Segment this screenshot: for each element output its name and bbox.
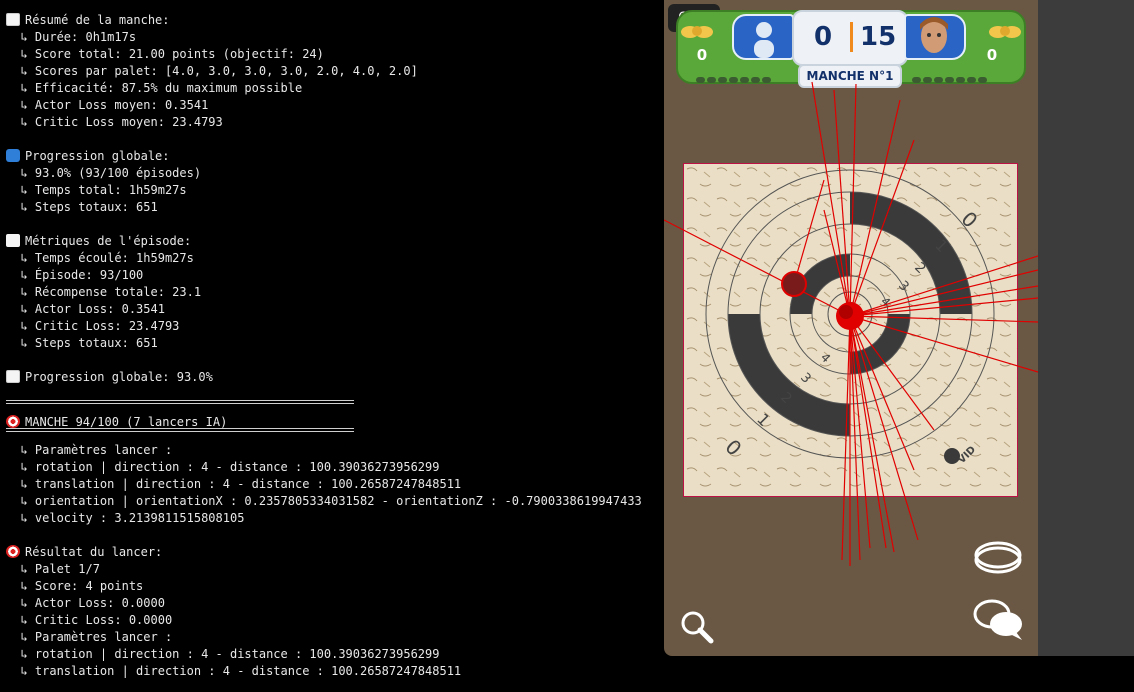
chat-bubbles-icon[interactable] [972,598,1026,642]
terminal-line-text: ↳ Temps écoulé: 1h59m27s [6,251,194,265]
terminal-line-text: Progression globale: 93.0% [25,370,213,384]
terminal-line: ↳ Actor Loss moyen: 0.3541 [6,97,208,114]
terminal-line: ↳ Steps totaux: 651 [6,199,158,216]
terminal-line: ↳ Temps écoulé: 1h59m27s [6,250,194,267]
right-pane [1038,0,1134,656]
terminal-line-text: ↳ Durée: 0h1m17s [6,30,137,44]
terminal-line-text: ↳ Palet 1/7 [6,562,100,576]
terminal-line: Résultat du lancer: [6,544,162,561]
terminal-line-text: ↳ Critic Loss moyen: 23.4793 [6,115,223,129]
terminal-line: Métriques de l'épisode: [6,233,191,250]
terminal-line: ↳ Paramètres lancer : [6,442,172,459]
terminal-line-text: ↳ Actor Loss moyen: 0.3541 [6,98,209,112]
terminal-line: ↳ Actor Loss: 0.0000 [6,595,165,612]
terminal-line-text: ↳ Critic Loss: 0.0000 [6,613,173,627]
terminal-line: ↳ Steps totaux: 651 [6,335,158,352]
terminal-line-text: Progression globale: [25,149,170,163]
terminal-line-text: ↳ Actor Loss: 0.3541 [6,302,165,316]
terminal-line: ↳ rotation | direction : 4 - distance : … [6,646,439,663]
terminal-line-text: ↳ Efficacité: 87.5% du maximum possible [6,81,303,95]
palet-stack-icon[interactable] [974,538,1024,578]
arrows-loop-icon [6,149,20,162]
terminal-line-text: ↳ 93.0% (93/100 épisodes) [6,166,202,180]
terminal-line: Progression globale: [6,148,170,165]
bar-chart-icon [6,234,20,247]
terminal-line: ↳ Critic Loss: 23.4793 [6,318,179,335]
terminal-line-text: Résumé de la manche: [25,13,170,27]
terminal-line-text: ↳ translation | direction : 4 - distance… [6,664,462,678]
terminal-line-text: ↳ Steps totaux: 651 [6,336,158,350]
chart-increasing-icon [6,13,20,26]
terminal-line: ↳ translation | direction : 4 - distance… [6,663,461,680]
terminal-line-text: ↳ Scores par palet: [4.0, 3.0, 3.0, 3.0,… [6,64,418,78]
terminal-line: ↳ translation | direction : 4 - distance… [6,476,461,493]
terminal-line-text: MANCHE 94/100 (7 lancers IA) [25,415,228,429]
zoom-magnifier-icon[interactable] [680,610,714,644]
terminal-line: ↳ Palet 1/7 [6,561,100,578]
terminal-line-text: ↳ Steps totaux: 651 [6,200,158,214]
bottom-strip [664,656,1134,692]
terminal-line: ↳ Paramètres lancer : [6,629,172,646]
separator-line [6,428,354,432]
terminal-line: ↳ Épisode: 93/100 [6,267,143,284]
terminal-line-text: ↳ Épisode: 93/100 [6,268,144,282]
chart-increasing-icon [6,370,20,383]
terminal-line-text: ↳ Paramètres lancer : [6,630,173,644]
terminal-line: ↳ Critic Loss moyen: 23.4793 [6,114,223,131]
terminal-line: ↳ Efficacité: 87.5% du maximum possible [6,80,302,97]
direct-hit-icon [6,545,20,558]
terminal-line-text: ↳ Récompense totale: 23.1 [6,285,202,299]
terminal-line-text: ↳ Temps total: 1h59m27s [6,183,187,197]
terminal-line-text: ↳ Paramètres lancer : [6,443,173,457]
game-window[interactable]: 60 0 0 15 0 MANCHE N°1 [664,0,1038,656]
terminal-line: ↳ Score: 4 points [6,578,143,595]
terminal-line: ↳ Critic Loss: 0.0000 [6,612,172,629]
terminal-output: Résumé de la manche: ↳ Durée: 0h1m17s ↳ … [0,0,664,692]
terminal-line-text: ↳ Actor Loss: 0.0000 [6,596,165,610]
terminal-line-text: ↳ velocity : 3.2139811515808105 [6,511,245,525]
terminal-line-text: ↳ rotation | direction : 4 - distance : … [6,460,440,474]
terminal-line: ↳ Temps total: 1h59m27s [6,182,187,199]
terminal-line-text: ↳ orientation | orientationX : 0.2357805… [6,494,642,508]
terminal-line-text: ↳ Score: 4 points [6,579,144,593]
terminal-line: ↳ Scores par palet: [4.0, 3.0, 3.0, 3.0,… [6,63,418,80]
terminal-line: ↳ Durée: 0h1m17s [6,29,136,46]
terminal-line: Résumé de la manche: [6,12,170,29]
terminal-line: ↳ orientation | orientationX : 0.2357805… [6,493,642,510]
terminal-line: ↳ 93.0% (93/100 épisodes) [6,165,201,182]
terminal-line-text: ↳ Score total: 21.00 points (objectif: 2… [6,47,324,61]
terminal-line: Progression globale: 93.0% [6,369,213,386]
separator-line [6,400,354,404]
terminal-line: ↳ rotation | direction : 4 - distance : … [6,459,439,476]
terminal-line: ↳ Récompense totale: 23.1 [6,284,201,301]
direct-hit-icon [6,415,20,428]
terminal-line-text: Résultat du lancer: [25,545,163,559]
terminal-line-text: ↳ rotation | direction : 4 - distance : … [6,647,440,661]
terminal-line: ↳ velocity : 3.2139811515808105 [6,510,244,527]
terminal-line: ↳ Score total: 21.00 points (objectif: 2… [6,46,324,63]
terminal-line: ↳ Actor Loss: 0.3541 [6,301,165,318]
terminal-line-text: ↳ Critic Loss: 23.4793 [6,319,180,333]
terminal-line-text: Métriques de l'épisode: [25,234,192,248]
terminal-line-text: ↳ translation | direction : 4 - distance… [6,477,462,491]
